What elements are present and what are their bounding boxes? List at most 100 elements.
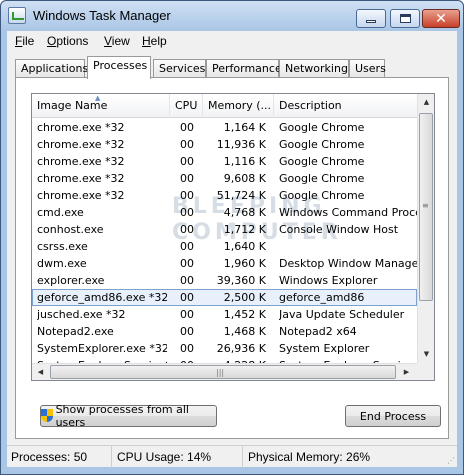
processes-panel: ▲ Image Name CPU Memory (... Description… bbox=[15, 77, 449, 439]
table-row[interactable]: Notepad2.exe 00 1,468 K Notepad2 x64 bbox=[32, 323, 417, 340]
minimize-icon bbox=[366, 20, 376, 23]
process-list[interactable]: ▲ Image Name CPU Memory (... Description… bbox=[31, 93, 435, 381]
table-row[interactable]: chrome.exe *32 00 51,724 K Google Chrome bbox=[32, 187, 417, 204]
table-row[interactable]: SystemExplorer.exe *32 00 26,936 K System E… bbox=[32, 340, 417, 357]
column-header-cpu[interactable]: CPU bbox=[170, 94, 203, 118]
size-grip-icon[interactable]: ⋰ bbox=[447, 457, 455, 465]
process-name: explorer.exe bbox=[37, 274, 105, 287]
process-memory: 26,936 K bbox=[216, 342, 266, 355]
tab-performance[interactable]: Performance bbox=[206, 59, 282, 78]
maximize-button[interactable] bbox=[390, 9, 420, 28]
tab-services[interactable]: Services bbox=[153, 59, 206, 78]
scroll-right-arrow-icon[interactable]: ▶ bbox=[398, 364, 415, 380]
process-memory: 1,960 K bbox=[223, 257, 266, 270]
process-description: Java Update Scheduler bbox=[279, 308, 405, 321]
show-all-processes-button[interactable]: Show processes from all users bbox=[40, 403, 217, 429]
column-header-memory[interactable]: Memory (... bbox=[203, 94, 274, 118]
table-row[interactable]: chrome.exe *32 00 1,116 K Google Chrome bbox=[32, 153, 417, 170]
process-memory: 2,500 K bbox=[223, 291, 266, 304]
process-memory: 1,116 K bbox=[223, 155, 266, 168]
process-name: geforce_amd86.exe *32 bbox=[37, 291, 167, 304]
menu-help[interactable]: Help bbox=[142, 34, 167, 48]
menu-view[interactable]: View bbox=[104, 34, 130, 48]
task-manager-window: Windows Task Manager ✕ File Options View He… bbox=[0, 0, 464, 475]
tab-users[interactable]: Users bbox=[349, 59, 386, 78]
scroll-left-arrow-icon[interactable]: ◀ bbox=[32, 364, 49, 380]
process-description: Google Chrome bbox=[279, 172, 365, 185]
column-header-cpu-label: CPU bbox=[175, 99, 198, 112]
process-description: Desktop Window Manager bbox=[279, 257, 419, 270]
tab-applications[interactable]: Applications bbox=[15, 59, 88, 78]
process-description: Windows Explorer bbox=[279, 274, 378, 287]
horizontal-scrollbar[interactable]: ◀ ||| ▶ bbox=[32, 363, 417, 380]
process-memory: 11,936 K bbox=[216, 138, 266, 151]
table-row[interactable]: csrss.exe 00 1,640 K bbox=[32, 238, 417, 255]
close-icon: ✕ bbox=[435, 10, 447, 27]
process-memory: 9,608 K bbox=[223, 172, 266, 185]
process-description: Notepad2 x64 bbox=[279, 325, 357, 338]
process-cpu: 00 bbox=[180, 308, 194, 321]
task-manager-app-icon bbox=[8, 7, 26, 24]
thumb-grip-icon: ||| bbox=[216, 368, 225, 377]
column-header-description[interactable]: Description bbox=[274, 94, 417, 118]
title-bar[interactable]: Windows Task Manager ✕ bbox=[1, 1, 463, 31]
column-header-image-name[interactable]: ▲ Image Name bbox=[32, 94, 170, 118]
table-row[interactable]: conhost.exe 00 1,712 K Console Window Host bbox=[32, 221, 417, 238]
process-cpu: 00 bbox=[180, 206, 194, 219]
vertical-scrollbar[interactable]: ▲ ≡ ▼ bbox=[417, 94, 434, 363]
process-cpu: 00 bbox=[180, 257, 194, 270]
process-memory: 1,468 K bbox=[223, 325, 266, 338]
horizontal-scroll-thumb[interactable]: ||| bbox=[50, 365, 396, 379]
menu-file[interactable]: File bbox=[15, 34, 34, 48]
process-memory: 51,724 K bbox=[216, 189, 266, 202]
process-description: geforce_amd86 bbox=[279, 291, 365, 304]
process-name: chrome.exe *32 bbox=[37, 138, 125, 151]
show-all-processes-label: Show processes from all users bbox=[55, 403, 189, 429]
end-process-label: End Process bbox=[359, 409, 427, 423]
table-row[interactable]: cmd.exe 00 4,768 K Windows Command Processo… bbox=[32, 204, 419, 221]
list-header: ▲ Image Name CPU Memory (... Description bbox=[32, 94, 417, 118]
scroll-up-arrow-icon[interactable]: ▲ bbox=[418, 94, 434, 111]
process-description: System Explorer bbox=[279, 342, 370, 355]
process-cpu: 00 bbox=[180, 155, 194, 168]
table-row[interactable]: geforce_amd86.exe *32 00 2,500 K geforce_am… bbox=[32, 289, 417, 306]
menu-bar: File Options View Help bbox=[7, 31, 457, 51]
table-row[interactable]: jusched.exe *32 00 1,452 K Java Update Sche… bbox=[32, 306, 417, 323]
process-description: Windows Command Processor bbox=[279, 206, 419, 219]
process-description: Google Chrome bbox=[279, 189, 365, 202]
table-row[interactable]: chrome.exe *32 00 9,608 K Google Chrome bbox=[32, 170, 417, 187]
process-name: chrome.exe *32 bbox=[37, 121, 125, 134]
column-header-description-label: Description bbox=[279, 99, 342, 112]
process-name: csrss.exe bbox=[37, 240, 88, 253]
maximize-icon bbox=[399, 14, 411, 23]
menu-options[interactable]: Options bbox=[47, 34, 88, 48]
process-memory: 1,712 K bbox=[223, 223, 266, 236]
process-description bbox=[279, 238, 419, 255]
table-row[interactable]: chrome.exe *32 00 11,936 K Google Chrome bbox=[32, 136, 417, 153]
process-name: chrome.exe *32 bbox=[37, 172, 125, 185]
uac-shield-icon bbox=[41, 409, 53, 423]
vertical-scroll-thumb[interactable]: ≡ bbox=[419, 113, 433, 301]
process-memory: 4,768 K bbox=[223, 206, 266, 219]
process-cpu: 00 bbox=[180, 240, 194, 253]
table-row[interactable]: explorer.exe 00 39,360 K Windows Explorer bbox=[32, 272, 417, 289]
process-memory: 39,360 K bbox=[216, 274, 266, 287]
scroll-down-arrow-icon[interactable]: ▼ bbox=[418, 346, 434, 363]
process-name: conhost.exe bbox=[37, 223, 104, 236]
window-title: Windows Task Manager bbox=[33, 8, 171, 23]
process-description: Google Chrome bbox=[279, 155, 365, 168]
process-cpu: 00 bbox=[180, 223, 194, 236]
status-cpu-usage: CPU Usage: 14% bbox=[113, 446, 243, 468]
end-process-button[interactable]: End Process bbox=[345, 405, 441, 427]
close-button[interactable]: ✕ bbox=[422, 9, 460, 28]
tab-processes[interactable]: Processes bbox=[87, 56, 151, 79]
status-physical-memory: Physical Memory: 26% bbox=[248, 450, 371, 464]
table-row[interactable]: chrome.exe *32 00 1,164 K Google Chrome bbox=[32, 119, 417, 136]
tab-networking[interactable]: Networking bbox=[279, 59, 349, 78]
process-name: chrome.exe *32 bbox=[37, 155, 125, 168]
process-name: dwm.exe bbox=[37, 257, 87, 270]
minimize-button[interactable] bbox=[356, 9, 386, 28]
table-row[interactable]: dwm.exe 00 1,960 K Desktop Window Manager bbox=[32, 255, 419, 272]
process-name: cmd.exe bbox=[37, 206, 84, 219]
process-rows: chrome.exe *32 00 1,164 K Google Chrome chro… bbox=[32, 119, 419, 374]
